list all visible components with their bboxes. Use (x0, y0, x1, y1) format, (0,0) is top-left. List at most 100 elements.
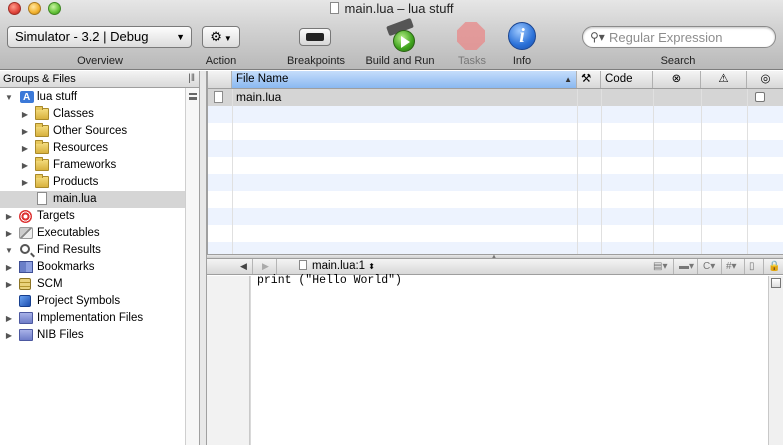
counterpart-icon[interactable]: ▯ (749, 259, 755, 274)
tree-item-label: Bookmarks (37, 261, 95, 273)
tree-item-products[interactable]: ▶ Products (0, 174, 185, 191)
fold-ribbon[interactable] (250, 276, 251, 445)
overview-label: Overview (77, 55, 123, 67)
forward-arrow-icon[interactable]: ▶ (262, 259, 269, 274)
disclosure-closed-icon[interactable]: ▶ (20, 123, 30, 140)
tree-item-label: Targets (37, 210, 75, 222)
empty-row (208, 191, 783, 208)
tree-item-bookmarks[interactable]: ▶ Bookmarks (0, 259, 185, 276)
folder-icon (35, 140, 49, 154)
column-divider (577, 89, 578, 254)
disclosure-closed-icon[interactable]: ▶ (20, 106, 30, 123)
smart-group-icon (19, 329, 33, 341)
disclosure-closed-icon[interactable]: ▶ (20, 140, 30, 157)
column-divider (232, 89, 233, 254)
tree-item-find-results[interactable]: ▼ Find Results (0, 242, 185, 259)
file-row[interactable]: main.lua (208, 89, 783, 106)
tree-item-label: lua stuff (37, 91, 78, 103)
breakpoints-icon[interactable] (299, 28, 331, 46)
tree-item-other-sources[interactable]: ▶ Other Sources (0, 123, 185, 140)
bookmark-icon (19, 261, 33, 273)
file-icon (37, 192, 47, 205)
build-and-run-label: Build and Run (365, 55, 435, 67)
disclosure-closed-icon[interactable]: ▶ (4, 310, 14, 327)
action-button[interactable]: ⚙ ▼ (202, 26, 240, 48)
editor-vertical-scrollbar[interactable] (768, 276, 783, 445)
popup-arrow-icon: ▼ (176, 32, 185, 42)
disclosure-closed-icon[interactable]: ▶ (4, 208, 14, 225)
action-menu-icon[interactable] (189, 93, 197, 100)
column-header-errors[interactable]: ⊗ (653, 71, 701, 88)
breadcrumb-label: main.lua:1 (312, 260, 366, 272)
sidebar-header: Groups & Files |‖ (0, 71, 199, 88)
tree-item-frameworks[interactable]: ▶ Frameworks (0, 157, 185, 174)
column-header-warnings[interactable]: ⚠ (701, 71, 747, 88)
tree-item-targets[interactable]: ▶ Targets (0, 208, 185, 225)
nav-separator (763, 259, 764, 274)
disclosure-closed-icon[interactable]: ▶ (20, 157, 30, 174)
groups-tree: ▼ lua stuff ▶ Classes ▶ Other Sources ▶ Reso… (0, 89, 185, 344)
tree-item-nib-files[interactable]: ▶ NIB Files (0, 327, 185, 344)
column-divider (653, 89, 654, 254)
window-toolbar: main.lua – lua stuff Simulator - 3.2 | D… (0, 0, 783, 70)
scheme-popup[interactable]: Simulator - 3.2 | Debug ▼ (7, 26, 192, 48)
column-header-build[interactable]: ⚒ (577, 71, 601, 88)
bookmarks-popup-icon[interactable]: ▤▾ (653, 259, 667, 274)
tree-item-scm[interactable]: ▶ SCM (0, 276, 185, 293)
column-header-code[interactable]: Code (601, 71, 653, 88)
info-icon[interactable]: i (508, 22, 536, 50)
split-view-icon[interactable]: |‖ (188, 71, 195, 87)
column-header-file-name[interactable]: File Name ▲ (232, 71, 577, 88)
smart-group-icon (19, 312, 33, 324)
tree-item-project-symbols[interactable]: Project Symbols (0, 293, 185, 310)
breakpoints-popup-icon[interactable]: ▬▾ (679, 259, 694, 274)
tree-item-classes[interactable]: ▶ Classes (0, 106, 185, 123)
tree-item-label: Frameworks (53, 159, 117, 171)
lock-icon[interactable]: 🔒 (768, 259, 780, 274)
disclosure-open-icon[interactable]: ▼ (4, 89, 14, 106)
disclosure-closed-icon[interactable]: ▶ (20, 174, 30, 191)
empty-row (208, 106, 783, 123)
empty-row (208, 140, 783, 157)
tree-item-implementation-files[interactable]: ▶ Implementation Files (0, 310, 185, 327)
tree-item-label: Classes (53, 108, 94, 120)
disclosure-closed-icon[interactable]: ▶ (4, 259, 14, 276)
disclosure-closed-icon[interactable]: ▶ (4, 276, 14, 293)
column-header-target[interactable]: ◎ (747, 71, 783, 88)
editor-gutter[interactable] (207, 276, 250, 445)
folder-icon (35, 174, 49, 188)
gear-icon: ⚙ (210, 29, 222, 44)
file-breadcrumb-popup[interactable]: main.lua:1 ⬍ (299, 259, 375, 274)
split-editor-icon[interactable] (771, 278, 781, 288)
build-and-run-icon[interactable] (385, 17, 417, 52)
column-header-icon[interactable] (208, 71, 232, 88)
tree-item-project[interactable]: ▼ lua stuff (0, 89, 185, 106)
tree-item-label: Project Symbols (37, 295, 121, 307)
code-text[interactable]: print ("Hello World") (257, 274, 402, 288)
tree-item-resources[interactable]: ▶ Resources (0, 140, 185, 157)
play-icon (393, 30, 415, 52)
tree-item-label: Executables (37, 227, 100, 239)
split-gutter[interactable] (200, 71, 207, 445)
includes-popup-icon[interactable]: #▾ (726, 259, 737, 274)
disclosure-closed-icon[interactable]: ▶ (4, 225, 14, 242)
file-icon (214, 91, 223, 103)
action-label: Action (205, 55, 237, 67)
search-field[interactable]: ⚲▾ (582, 26, 776, 48)
info-label: Info (512, 55, 532, 67)
disclosure-closed-icon[interactable]: ▶ (4, 327, 14, 344)
code-editor[interactable]: print ("Hello World") (207, 274, 768, 445)
tasks-stop-icon[interactable] (457, 22, 485, 50)
tree-item-label: main.lua (53, 193, 97, 205)
disclosure-open-icon[interactable]: ▼ (4, 242, 14, 259)
class-hierarchy-popup-icon[interactable]: C▾ (703, 259, 715, 274)
empty-row (208, 225, 783, 242)
nav-separator (744, 259, 745, 274)
empty-row (208, 208, 783, 225)
tree-item-main-lua[interactable]: main.lua (0, 191, 185, 208)
tree-item-executables[interactable]: ▶ Executables (0, 225, 185, 242)
search-input[interactable] (609, 29, 769, 45)
target-checkbox[interactable] (755, 92, 765, 102)
search-icon[interactable]: ⚲▾ (590, 30, 605, 44)
back-arrow-icon[interactable]: ◀ (240, 259, 247, 274)
